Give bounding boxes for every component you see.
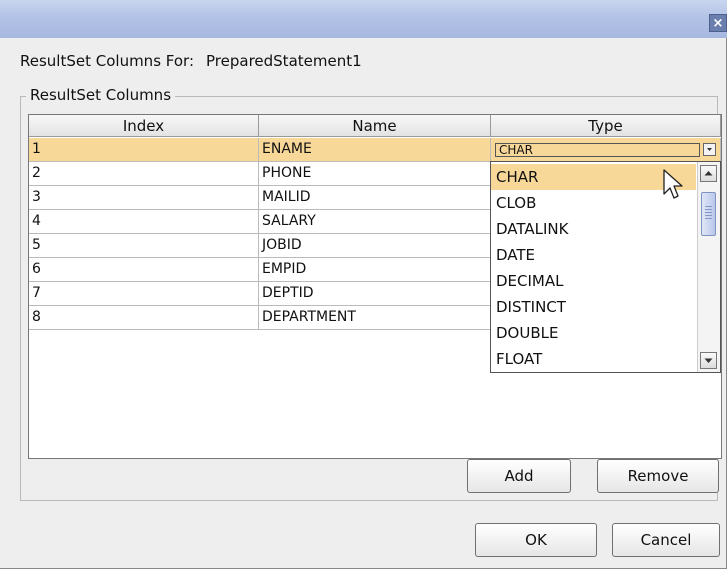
resultset-header-label: ResultSet Columns For: [20,52,195,70]
type-combo-editor[interactable]: CHAR [492,140,720,162]
name-cell[interactable]: MAILID [259,186,491,210]
column-header-index[interactable]: Index [29,115,259,137]
name-cell[interactable]: ENAME [259,138,491,162]
type-combo-value[interactable]: CHAR [495,143,700,157]
name-cell[interactable]: SALARY [259,210,491,234]
dropdown-option[interactable]: DATALINK [491,216,696,242]
name-cell[interactable]: EMPID [259,258,491,282]
index-cell[interactable]: 7 [29,282,259,306]
index-cell[interactable]: 6 [29,258,259,282]
index-cell[interactable]: 2 [29,162,259,186]
dropdown-option[interactable]: FLOAT [491,346,696,372]
type-dropdown-list[interactable]: CHAR CLOB DATALINK DATE DECIMAL DISTINCT… [490,161,721,373]
index-cell[interactable]: 8 [29,306,259,330]
dropdown-option[interactable]: DOUBLE [491,320,696,346]
scrollbar-thumb[interactable] [701,192,716,236]
remove-button[interactable]: Remove [597,459,719,493]
resultset-header: ResultSet Columns For: PreparedStatement1 [20,52,362,70]
name-cell[interactable]: DEPTID [259,282,491,306]
title-bar[interactable]: × [0,0,727,38]
add-button[interactable]: Add [467,459,571,493]
dropdown-option[interactable]: DECIMAL [491,268,696,294]
dropdown-scrollbar[interactable] [697,162,720,372]
dialog-window: × ResultSet Columns For: PreparedStatemen… [0,0,727,569]
index-cell[interactable]: 5 [29,234,259,258]
name-cell[interactable]: JOBID [259,234,491,258]
index-cell[interactable]: 4 [29,210,259,234]
statement-name: PreparedStatement1 [206,52,362,70]
cancel-button[interactable]: Cancel [612,523,720,557]
group-title: ResultSet Columns [26,86,176,104]
close-icon[interactable]: × [709,14,727,32]
name-cell[interactable]: PHONE [259,162,491,186]
index-cell[interactable]: 1 [29,138,259,162]
arrow-down-icon[interactable] [700,352,717,369]
table-header: Index Name Type [29,115,723,138]
column-header-name[interactable]: Name [259,115,491,137]
arrow-up-icon[interactable] [700,165,717,182]
column-header-type[interactable]: Type [491,115,721,137]
ok-button[interactable]: OK [475,523,597,557]
index-cell[interactable]: 3 [29,186,259,210]
dropdown-option[interactable]: DATE [491,242,696,268]
name-cell[interactable]: DEPARTMENT [259,306,491,330]
chevron-down-icon[interactable] [703,143,716,156]
mouse-pointer-icon [663,169,683,199]
dropdown-option[interactable]: DISTINCT [491,294,696,320]
